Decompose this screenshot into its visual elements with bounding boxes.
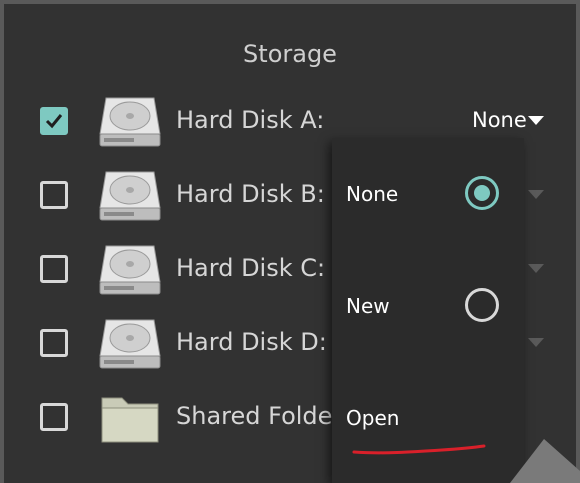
chevron-down-icon[interactable] (528, 264, 544, 273)
hard-disk-icon (99, 97, 161, 147)
folder-icon (101, 397, 159, 443)
option-none-label: None (346, 182, 399, 206)
hard-disk-icon (99, 319, 161, 369)
hard-disk-icon (99, 171, 161, 221)
hard-disk-a-value[interactable]: None (472, 108, 527, 132)
storage-title: Storage (243, 40, 337, 68)
option-none-radio[interactable] (465, 176, 499, 210)
hard-disk-d-label: Hard Disk D: (176, 328, 327, 356)
option-new-label: New (346, 294, 390, 318)
option-open-label: Open (346, 406, 400, 430)
hard-disk-d-checkbox[interactable] (40, 329, 68, 357)
shared-folder-label: Shared Folde (176, 402, 333, 430)
corner-overlay (510, 439, 580, 483)
shared-folder-checkbox[interactable] (40, 403, 68, 431)
option-new-radio[interactable] (465, 288, 499, 322)
hard-disk-c-label: Hard Disk C: (176, 254, 326, 282)
underline-annotation (352, 444, 486, 455)
chevron-down-icon[interactable] (528, 338, 544, 347)
checkmark-icon (45, 114, 63, 129)
hard-disk-icon (99, 245, 161, 295)
chevron-down-icon[interactable] (528, 116, 544, 125)
hard-disk-a-checkbox[interactable] (40, 107, 68, 135)
dropdown-option-none[interactable]: None (332, 138, 524, 248)
hard-disk-b-checkbox[interactable] (40, 181, 68, 209)
hard-disk-c-checkbox[interactable] (40, 255, 68, 283)
hard-disk-a-label: Hard Disk A: (176, 106, 325, 134)
chevron-down-icon[interactable] (528, 190, 544, 199)
hard-disk-b-label: Hard Disk B: (176, 180, 325, 208)
dropdown-option-new[interactable]: New (332, 250, 524, 360)
